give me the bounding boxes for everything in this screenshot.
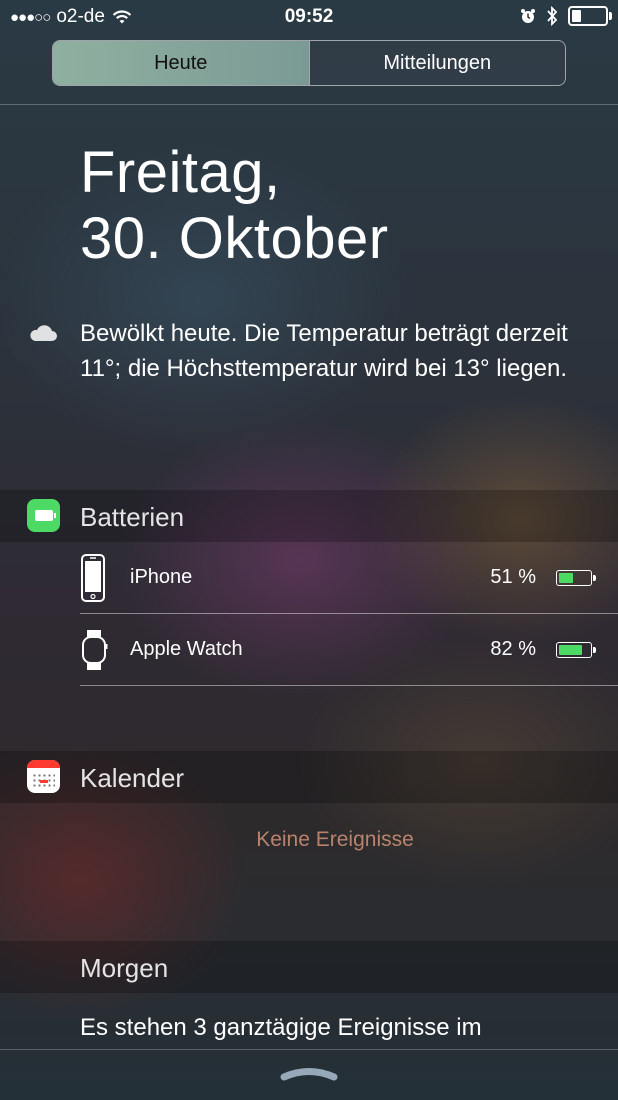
row-divider [80, 685, 618, 686]
battery-row-iphone: iPhone 51 % [80, 542, 618, 614]
alarm-icon [521, 9, 535, 23]
tab-mitteilungen[interactable]: Mitteilungen [308, 41, 565, 85]
bluetooth-icon [547, 6, 558, 26]
header-divider [0, 104, 618, 105]
tab-heute[interactable]: Heute [53, 41, 309, 85]
status-bar: ●●●○○ o2-de 09:52 [0, 0, 618, 34]
calendar-widget-header[interactable]: Kalender [0, 751, 618, 803]
tomorrow-summary: Es stehen 3 ganztägige Ereignisse im [80, 1014, 482, 1041]
today-date: Freitag, 30. Oktober [80, 140, 389, 272]
battery-level-indicator [556, 642, 596, 658]
apple-watch-icon [82, 630, 108, 670]
status-icons [520, 6, 612, 26]
calendar-title: Kalender [80, 763, 185, 793]
device-name: Apple Watch [130, 638, 243, 660]
date-day-month: 30. Oktober [80, 206, 389, 271]
iphone-icon [81, 554, 105, 602]
calendar-app-icon [27, 760, 60, 793]
battery-row-apple-watch: Apple Watch 82 % [80, 614, 618, 686]
weather-summary: Bewölkt heute. Die Temperatur beträgt de… [80, 320, 568, 382]
battery-fill [559, 645, 582, 655]
grabber-handle-icon[interactable] [280, 1066, 338, 1082]
device-name: iPhone [130, 566, 193, 588]
battery-percent: 51 % [490, 566, 536, 588]
date-weekday: Freitag, [80, 140, 281, 205]
batteries-widget-header[interactable]: Batterien [0, 490, 618, 542]
batteries-title: Batterien [80, 502, 185, 532]
battery-level-indicator [556, 570, 596, 586]
bottom-divider [0, 1049, 618, 1050]
battery-percent: 82 % [490, 638, 536, 660]
calendar-empty-text: Keine Ereignisse [256, 828, 414, 851]
battery-icon [568, 6, 612, 26]
battery-fill [559, 573, 573, 583]
batteries-app-icon [27, 499, 60, 532]
cloud-icon [30, 325, 57, 341]
view-switcher: Heute Mitteilungen [52, 40, 566, 86]
tomorrow-widget-header[interactable]: Morgen [0, 941, 618, 993]
tomorrow-title: Morgen [80, 953, 169, 983]
